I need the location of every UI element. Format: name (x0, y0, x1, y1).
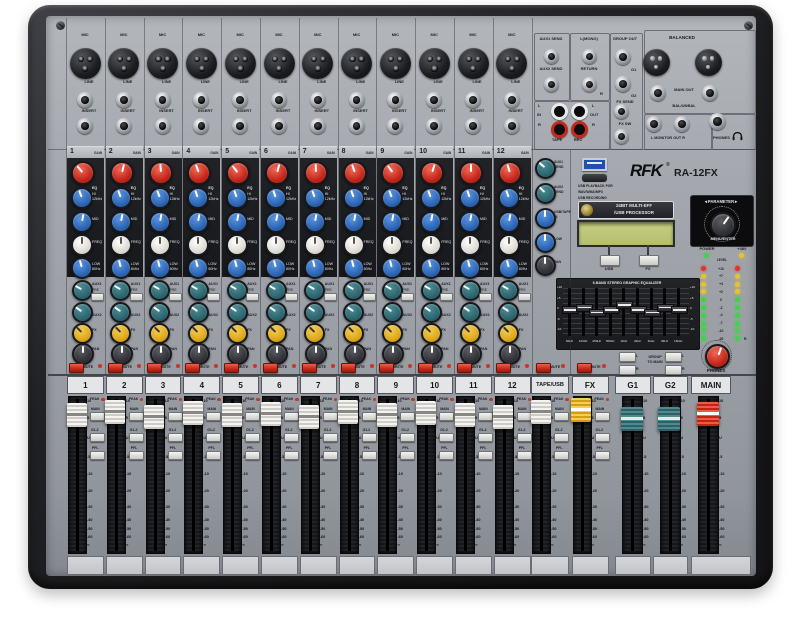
main-out-r-jack (702, 85, 718, 101)
rec-label: REC (574, 138, 582, 143)
geq-title: 9-BAND STEREO GRAPHIC EQUALIZER (593, 281, 662, 285)
tape-l-label: L (538, 104, 540, 109)
return-label: RETURN (581, 67, 598, 72)
phones-io-label: PHONES (713, 136, 730, 141)
return-jack (582, 77, 597, 92)
return-r-label: R (600, 92, 603, 97)
tape-out-label: OUT (590, 113, 598, 118)
fx-button-stem (647, 245, 649, 255)
aux2-send-label: AUX2 SEND (540, 67, 563, 72)
usb-playback-line1: USB PLAYBACK FOR (578, 184, 613, 188)
group-out-g2-jack (615, 76, 631, 92)
out-r-label: R (592, 123, 595, 128)
aux1-send-jack (544, 49, 559, 64)
brand-logo: RFK (630, 161, 662, 181)
usb-logo-pill (581, 173, 608, 183)
phones-knob-label: PHONES (707, 368, 726, 373)
main-out-label: MAIN OUT (674, 88, 694, 93)
menu-enter-label: MENU/ENTER (710, 237, 735, 242)
processor-line1: 24BIT MULTI-EFF (616, 203, 652, 208)
usb-button-label: USB (605, 267, 613, 272)
monitor-r-jack (674, 116, 690, 132)
group-out-label: GROUP OUT (613, 37, 637, 42)
usb-button-stem (608, 245, 610, 255)
l-mono-label: L(MONO) (580, 37, 598, 42)
l-mono-jack (582, 49, 597, 64)
g1-label: G1 (631, 68, 636, 73)
group-to-main-line2: TO MAIN (647, 360, 662, 364)
usb-playback-line3: USB RECORDING (578, 196, 607, 200)
group-out-g1-jack (615, 49, 631, 65)
balanced-label: BALANCED (669, 35, 695, 41)
monitor-label: L MONITOR OUT R (651, 136, 685, 141)
corner-screw (744, 21, 753, 30)
phantom-label: +48V (737, 247, 746, 252)
power-led (704, 253, 709, 258)
phantom-led (739, 253, 744, 258)
tape-group (534, 101, 610, 150)
monitor-l-jack (646, 116, 662, 132)
fx-select-button[interactable] (639, 255, 659, 266)
aux1-send-label: AUX1 SEND (540, 37, 563, 42)
phones-knob[interactable] (705, 344, 730, 369)
group-to-main-line1: GROUP (648, 355, 661, 359)
processor-logo-icon (580, 203, 594, 217)
corner-screw (56, 21, 65, 30)
usb-playback-line2: WAV/WMA/MP3 (578, 190, 603, 194)
parameter-title: ◄PARAMETER► (704, 199, 739, 204)
headphones-icon (732, 132, 743, 141)
main-out-group (644, 30, 756, 114)
phones-jack (709, 113, 726, 130)
power-label: POWER (699, 247, 714, 252)
mixer-photo: AUX1 SEND AUX2 SEND L(MONO) RETURN R GRO… (0, 0, 800, 627)
fx-button-label: FX (645, 267, 650, 272)
bal-unbal-label: BAL/UNBAL (672, 104, 695, 109)
usb-select-button[interactable] (600, 255, 620, 266)
fx-send-jack (614, 104, 629, 119)
main-out-l-jack (650, 85, 666, 101)
fx-footswitch-jack (614, 129, 629, 144)
tape-r-label: R (538, 123, 541, 128)
aux2-send-jack (544, 77, 559, 92)
graphic-eq-panel (556, 278, 700, 350)
lcd-display (577, 220, 675, 247)
usb-port[interactable] (582, 158, 607, 171)
tape-label: TAPE (552, 138, 562, 143)
menu-enter-knob[interactable] (710, 212, 736, 238)
brand-reg: ® (666, 162, 670, 168)
fx-sw-label: FX SW (619, 122, 632, 127)
processor-line2: /USB PROCESSOR (614, 210, 654, 215)
tape-in-label: IN (537, 113, 541, 118)
out-l-label: L (592, 104, 594, 109)
meter-title: LEVEL (717, 259, 727, 263)
model-name: RA-12FX (674, 167, 718, 180)
